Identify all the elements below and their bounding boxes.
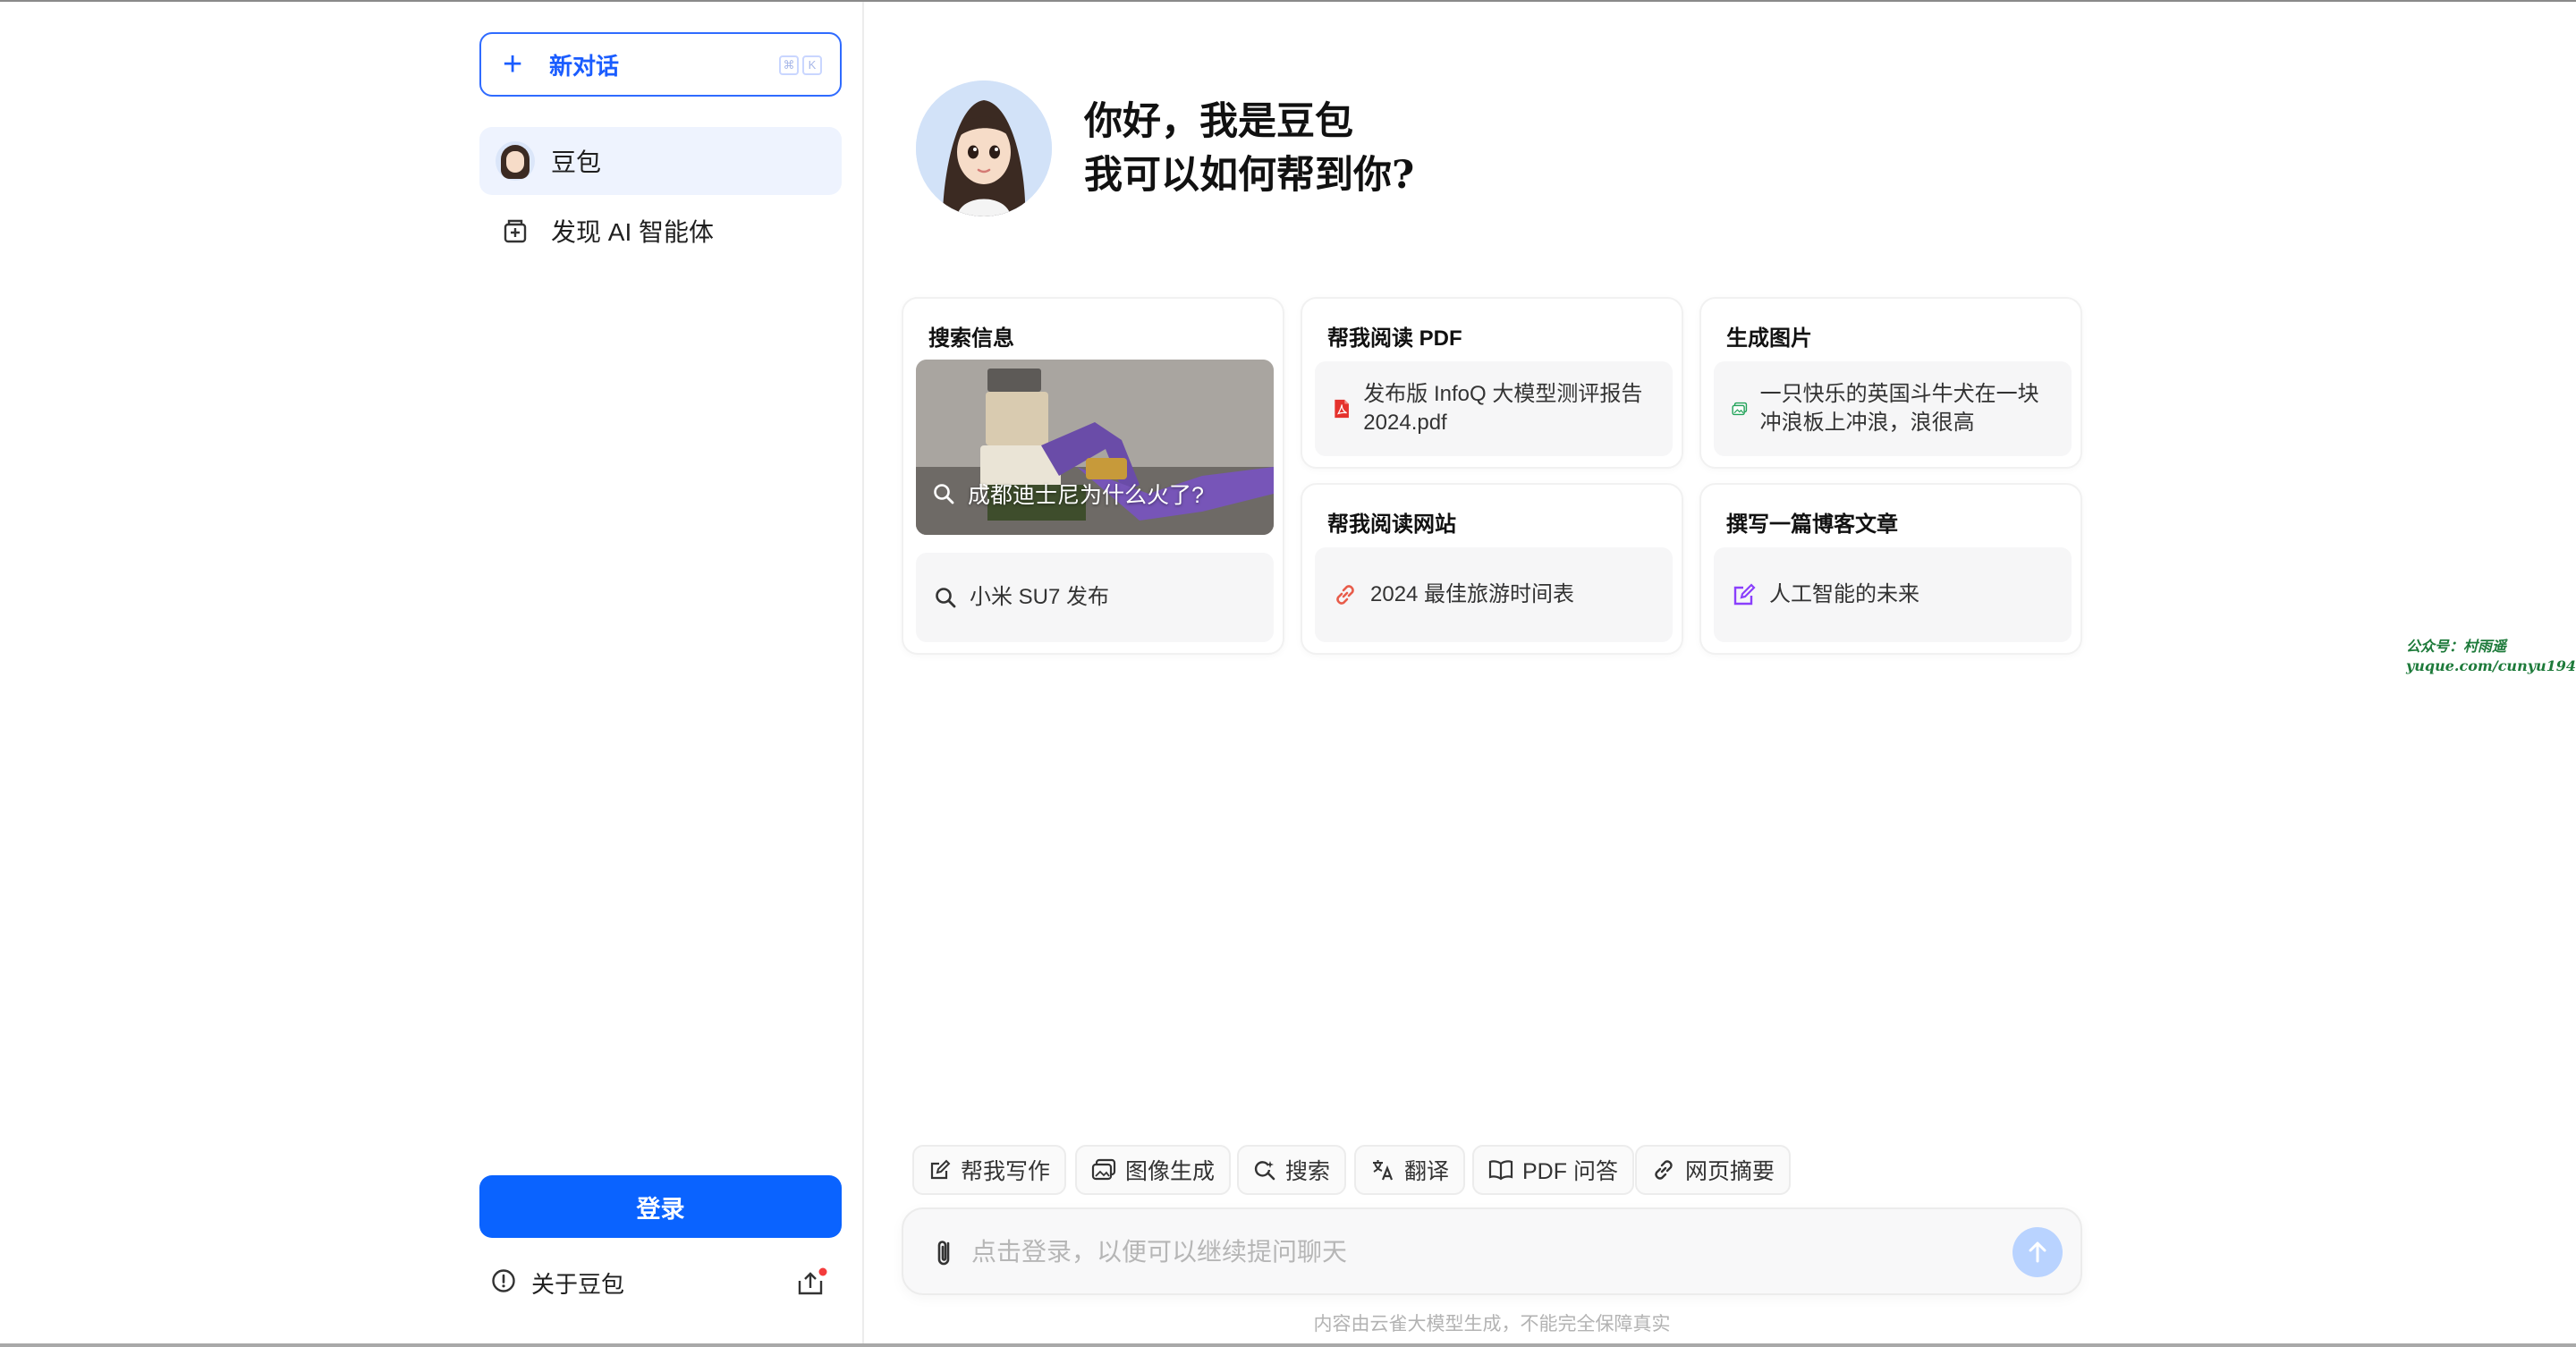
login-button[interactable]: 登录 (479, 1175, 842, 1238)
new-chat-label: 新对话 (549, 52, 620, 80)
chip-web-summary[interactable]: 网页摘要 (1635, 1145, 1792, 1195)
image-prompt-suggestion[interactable]: 一只快乐的英国斗牛犬在一块冲浪板上冲浪，浪很高 (1714, 361, 2072, 456)
arrow-up-icon (2029, 1241, 2046, 1263)
hero-greeting: 你好，我是豆包 我可以如何帮到你? (1084, 95, 1414, 202)
pdf-file-icon (1335, 399, 1349, 419)
image-generation-card: 生成图片 一只快乐的英国斗牛犬在一块冲浪板上冲浪，浪很高 (1699, 297, 2082, 469)
blog-card: 撰写一篇博客文章 人工智能的未来 (1699, 483, 2082, 655)
plus-icon: + (503, 46, 523, 83)
search-icon (934, 484, 954, 504)
chip-search[interactable]: 搜索 (1237, 1145, 1347, 1195)
send-button[interactable] (2012, 1227, 2063, 1277)
chat-input[interactable] (971, 1231, 1973, 1274)
chat-input-box (902, 1207, 2082, 1295)
shortcut-key-cmd: ⌘ (779, 55, 799, 75)
agent-store-icon (496, 211, 535, 250)
sidebar-item-label: 发现 AI 智能体 (551, 218, 715, 246)
card-title: 生成图片 (1726, 326, 1812, 351)
edit-icon (930, 1159, 951, 1180)
search-icon (936, 588, 956, 608)
about-label: 关于豆包 (531, 1270, 625, 1298)
doubao-avatar (916, 80, 1052, 216)
avatar (496, 141, 535, 181)
about-doubao-link[interactable]: 关于豆包 (490, 1263, 624, 1302)
chip-pdf-qa[interactable]: PDF 问答 (1472, 1145, 1634, 1195)
new-chat-button[interactable]: + 新对话 ⌘ K (479, 32, 842, 97)
blog-suggestion[interactable]: 人工智能的未来 (1714, 547, 2072, 642)
blog-topic-text: 人工智能的未来 (1769, 582, 1919, 606)
pdf-file-label: 发布版 InfoQ 大模型测评报告 2024.pdf (1363, 382, 1643, 435)
chip-write[interactable]: 帮我写作 (912, 1145, 1067, 1195)
shortcut-hint: ⌘ K (779, 55, 822, 75)
sidebar: + 新对话 ⌘ K 豆包 发现 AI 智能体 登录 关于豆包 (0, 2, 864, 1343)
chip-label: PDF 问答 (1522, 1159, 1618, 1184)
watermark: 公众号：村雨遥 yuque.com/cunyu1943 (2406, 637, 2576, 676)
chip-label: 网页摘要 (1685, 1159, 1775, 1184)
featured-query: 成都迪士尼为什么火了? (968, 483, 1204, 508)
greeting-line-1: 你好，我是豆包 (1084, 99, 1353, 144)
search-suggestion-featured[interactable]: 成都迪士尼为什么火了? (916, 360, 1274, 535)
chip-label: 图像生成 (1125, 1159, 1216, 1184)
disclaimer-text: 内容由云雀大模型生成，不能完全保障真实 (1313, 1314, 1671, 1334)
edit-icon (1733, 583, 1756, 606)
card-title: 帮我阅读网站 (1327, 513, 1456, 537)
card-title: 撰写一篇博客文章 (1726, 513, 1898, 537)
card-title: 搜索信息 (928, 326, 1014, 351)
chip-label: 翻译 (1404, 1159, 1450, 1184)
chip-image-generation[interactable]: 图像生成 (1075, 1145, 1232, 1195)
image-icon (1091, 1158, 1116, 1181)
image-icon (1732, 402, 1748, 416)
pdf-card: 帮我阅读 PDF 发布版 InfoQ 大模型测评报告 2024.pdf (1301, 297, 1683, 469)
link-icon (1336, 585, 1354, 605)
featured-caption: 成都迪士尼为什么火了? (932, 478, 1204, 510)
search-suggestion-text: 小米 SU7 发布 (970, 585, 1110, 609)
card-title: 帮我阅读 PDF (1327, 326, 1462, 351)
chip-translate[interactable]: 翻译 (1354, 1145, 1466, 1195)
link-icon (1655, 1160, 1673, 1180)
shortcut-key-k: K (802, 55, 822, 75)
window-bottom-border (0, 1343, 2576, 1347)
translate-icon (1373, 1160, 1394, 1181)
image-prompt-text: 一只快乐的英国斗牛犬在一块冲浪板上冲浪，浪很高 (1759, 382, 2039, 435)
website-suggestion[interactable]: 2024 最佳旅游时间表 (1315, 547, 1673, 642)
watermark-line-1: 公众号：村雨遥 (2406, 638, 2507, 655)
chip-label: 帮我写作 (961, 1159, 1051, 1184)
search-card: 搜索信息 成都迪士尼为什么火了? 小米 SU7 发布 (902, 297, 1284, 655)
book-icon (1488, 1160, 1513, 1181)
sidebar-item-doubao[interactable]: 豆包 (479, 127, 842, 195)
search-icon (1254, 1161, 1275, 1181)
info-icon (490, 1267, 517, 1299)
website-card: 帮我阅读网站 2024 最佳旅游时间表 (1301, 483, 1683, 655)
attach-icon[interactable] (927, 1234, 962, 1270)
search-suggestion[interactable]: 小米 SU7 发布 (916, 553, 1274, 642)
sidebar-item-discover-agents[interactable]: 发现 AI 智能体 (479, 197, 842, 265)
share-upload-icon[interactable] (794, 1267, 828, 1300)
website-link-label: 2024 最佳旅游时间表 (1370, 582, 1575, 606)
watermark-line-2: yuque.com/cunyu1943 (2406, 657, 2576, 674)
chip-label: 搜索 (1285, 1159, 1331, 1184)
pdf-suggestion[interactable]: 发布版 InfoQ 大模型测评报告 2024.pdf (1315, 361, 1673, 456)
sidebar-item-label: 豆包 (551, 148, 602, 176)
greeting-line-2: 我可以如何帮到你? (1084, 153, 1415, 198)
